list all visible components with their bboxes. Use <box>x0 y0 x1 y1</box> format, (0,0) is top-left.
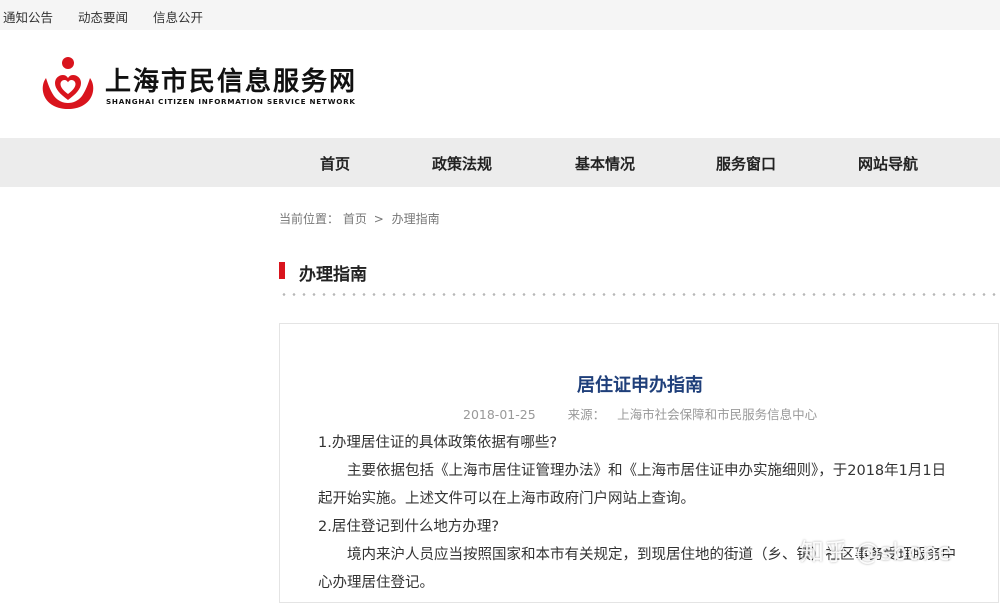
article-answer: 境内来沪人员应当按照国家和本市有关规定，到现居住地的街道（乡、镇）社区事务受理服… <box>318 547 956 591</box>
nav-item-home[interactable]: 首页 <box>320 153 350 174</box>
article-meta: 2018-01-25 来源： 上海市社会保障和市民服务信息中心 <box>463 404 817 423</box>
article-panel: 居住证申办指南 2018-01-25 来源： 上海市社会保障和市民服务信息中心 … <box>279 323 999 603</box>
section-accent-bar <box>279 262 285 279</box>
article-source-label: 来源： <box>567 407 606 422</box>
breadcrumb-prefix: 当前位置： <box>279 212 340 226</box>
article-body: 1.办理居住证的具体政策依据有哪些? 主要依据包括《上海市居住证管理办法》和《上… <box>318 429 958 597</box>
top-link-notices[interactable]: 通知公告 <box>3 7 53 26</box>
logo-heart-icon[interactable] <box>38 56 98 112</box>
nav-item-policies[interactable]: 政策法规 <box>432 153 492 174</box>
article-question: 1.办理居住证的具体政策依据有哪些? <box>318 435 558 451</box>
site-header: 上海市民信息服务网 SHANGHAI CITIZEN INFORMATION S… <box>0 30 1000 138</box>
site-name-en: SHANGHAI CITIZEN INFORMATION SERVICE NET… <box>106 97 356 106</box>
article-date: 2018-01-25 <box>463 407 536 422</box>
breadcrumb-current[interactable]: 办理指南 <box>392 212 440 226</box>
section-title: 办理指南 <box>299 265 367 285</box>
top-link-news[interactable]: 动态要闻 <box>78 7 128 26</box>
dotted-divider <box>279 293 999 296</box>
site-name-cn[interactable]: 上海市民信息服务网 <box>105 61 357 98</box>
breadcrumb-home-link[interactable]: 首页 <box>343 212 367 226</box>
article-question: 2.居住登记到什么地方办理? <box>318 519 500 535</box>
nav-item-site-map[interactable]: 网站导航 <box>858 153 918 174</box>
article-source: 上海市社会保障和市民服务信息中心 <box>617 407 818 422</box>
article-title: 居住证申办指南 <box>577 375 703 396</box>
top-link-info-disclosure[interactable]: 信息公开 <box>153 7 203 26</box>
article-answer: 主要依据包括《上海市居住证管理办法》和《上海市居住证申办实施细则》，于2018年… <box>318 463 947 507</box>
top-utility-bar: 通知公告 动态要闻 信息公开 <box>0 0 1000 30</box>
nav-item-service-window[interactable]: 服务窗口 <box>716 153 776 174</box>
breadcrumb-separator: > <box>373 212 384 226</box>
main-nav: 首页 政策法规 基本情况 服务窗口 网站导航 <box>0 138 1000 187</box>
nav-item-basic-info[interactable]: 基本情况 <box>575 153 635 174</box>
breadcrumb: 当前位置： 首页 > 办理指南 <box>279 210 440 227</box>
